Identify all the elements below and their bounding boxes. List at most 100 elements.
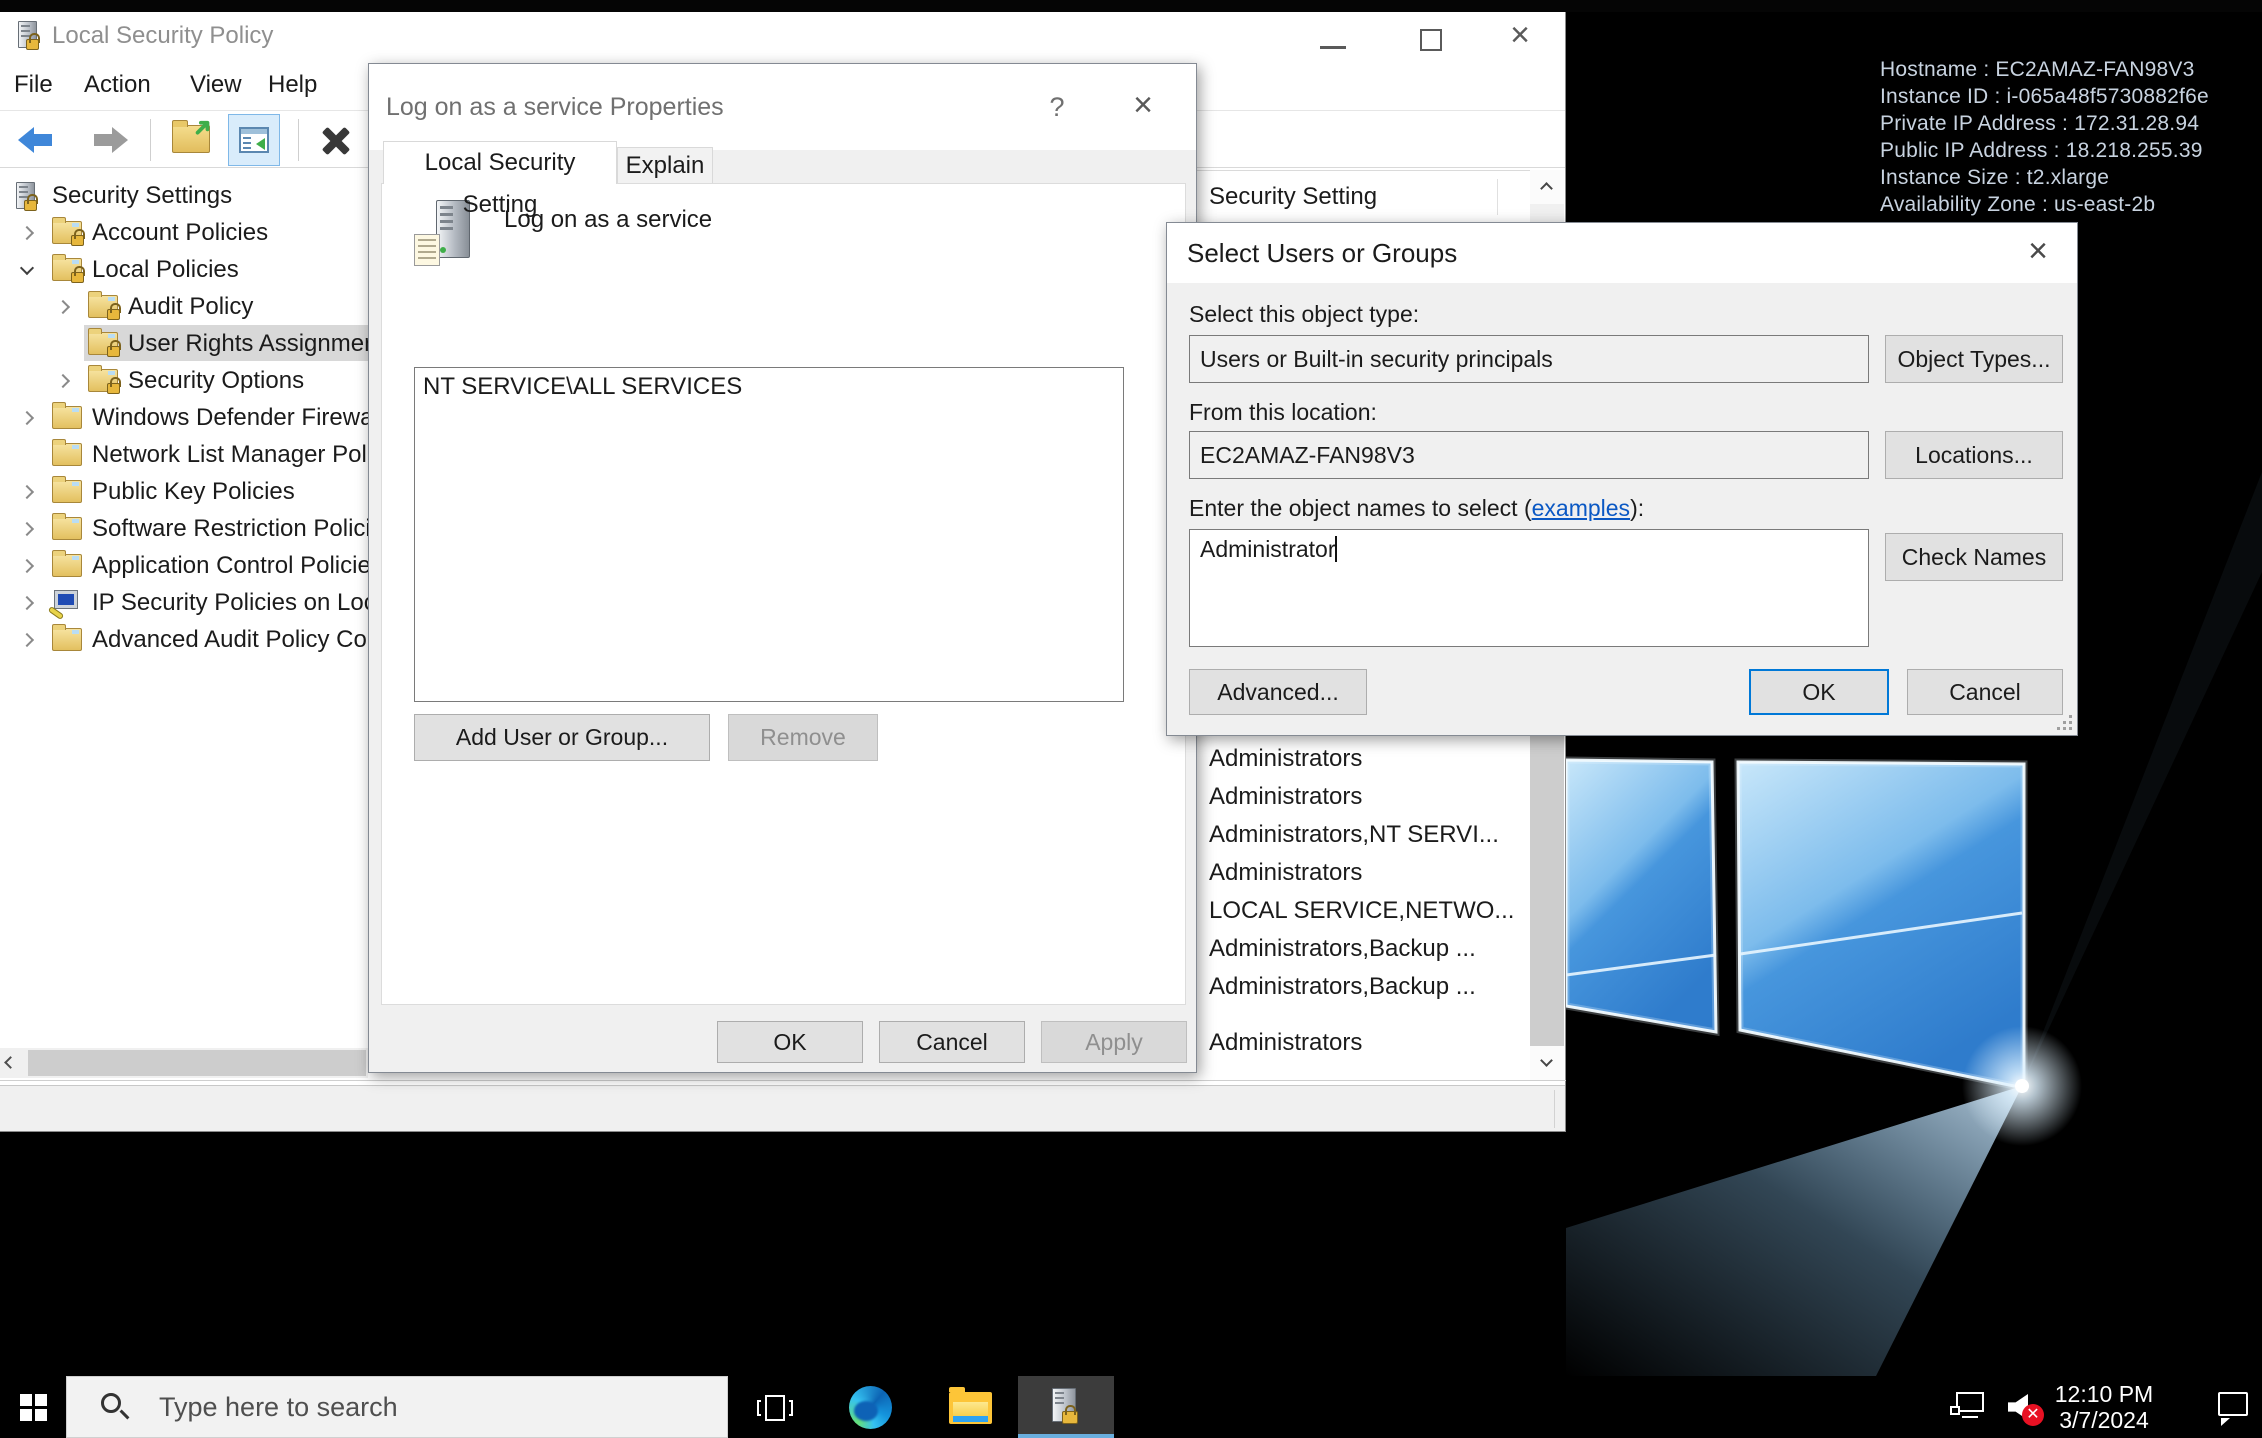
export-folder-icon[interactable]: ➜ — [172, 125, 210, 153]
close-button[interactable]: × — [1498, 12, 1542, 60]
object-type-label: Select this object type: — [1189, 301, 1419, 328]
sidebar-item-ip-security-policies[interactable]: IP Security Policies on Loca — [0, 585, 368, 621]
menu-action[interactable]: Action — [84, 60, 151, 110]
close-icon[interactable]: × — [2013, 223, 2063, 279]
folder-icon — [52, 480, 82, 503]
tab-local-security-setting[interactable]: Local Security Setting — [383, 141, 617, 184]
info-line: Instance Size : t2.xlarge — [1880, 164, 2209, 191]
chevron-right-icon[interactable] — [20, 226, 34, 240]
action-center-button[interactable] — [2208, 1376, 2258, 1438]
sidebar-item-security-options[interactable]: Security Options — [0, 363, 368, 399]
chevron-right-icon[interactable] — [56, 300, 70, 314]
folder-icon — [52, 517, 82, 540]
volume-muted-icon[interactable]: ✕ — [2000, 1376, 2046, 1438]
tree-horizontal-scrollbar[interactable] — [0, 1048, 368, 1078]
menu-view[interactable]: View — [190, 60, 242, 110]
chevron-right-icon[interactable] — [20, 596, 34, 610]
object-types-button[interactable]: Object Types... — [1885, 335, 2063, 383]
list-item[interactable]: Administrators,NT SERVI... — [1197, 816, 1527, 854]
dialog-title: Log on as a service Properties — [386, 64, 724, 150]
folder-lock-icon — [88, 332, 118, 355]
show-console-tree-toggle[interactable] — [228, 114, 280, 166]
check-names-button[interactable]: Check Names — [1885, 533, 2063, 581]
scrollbar-thumb[interactable] — [1530, 724, 1564, 1046]
sidebar-item-software-restriction[interactable]: Software Restriction Policie — [0, 511, 368, 547]
chevron-right-icon[interactable] — [20, 485, 34, 499]
ok-button[interactable]: OK — [717, 1021, 863, 1063]
examples-link[interactable]: examples — [1532, 495, 1630, 521]
chevron-down-icon[interactable] — [20, 261, 34, 275]
sidebar-item-windows-defender-firewall[interactable]: Windows Defender Firewal — [0, 400, 368, 436]
chevron-right-icon[interactable] — [20, 633, 34, 647]
tab-explain[interactable]: Explain — [617, 147, 713, 184]
list-item[interactable]: Administrators,Backup ... — [1197, 930, 1527, 968]
object-names-input[interactable]: Administrator — [1189, 529, 1869, 647]
locations-button[interactable]: Locations... — [1885, 431, 2063, 479]
sidebar-item-network-list-manager[interactable]: Network List Manager Poli — [0, 437, 368, 473]
app-icon — [18, 21, 37, 48]
advanced-button[interactable]: Advanced... — [1189, 669, 1367, 715]
info-line: Private IP Address : 172.31.28.94 — [1880, 110, 2209, 137]
resize-grip-icon[interactable] — [2056, 714, 2072, 730]
remove-button: Remove — [728, 714, 878, 761]
list-item[interactable]: Administrators — [1197, 778, 1527, 816]
delete-icon[interactable] — [318, 125, 354, 155]
cancel-button[interactable]: Cancel — [879, 1021, 1025, 1063]
ok-button[interactable]: OK — [1749, 669, 1889, 715]
sidebar-item-user-rights-assignment[interactable]: User Rights Assignmen — [0, 326, 368, 362]
screen-top-strip — [0, 0, 2262, 12]
sidebar-item-advanced-audit-policy[interactable]: Advanced Audit Policy Co — [0, 622, 368, 658]
info-line: Public IP Address : 18.218.255.39 — [1880, 137, 2209, 164]
sidebar-item-local-policies[interactable]: Local Policies — [0, 252, 368, 288]
sidebar-item-application-control[interactable]: Application Control Policie — [0, 548, 368, 584]
sidebar-item-public-key-policies[interactable]: Public Key Policies — [0, 474, 368, 510]
sidebar-item-audit-policy[interactable]: Audit Policy — [0, 289, 368, 325]
list-item[interactable]: Administrators — [1197, 1024, 1527, 1062]
start-button[interactable] — [0, 1376, 66, 1438]
list-item[interactable]: Administrators — [1197, 740, 1527, 778]
list-item[interactable]: LOCAL SERVICE,NETWO... — [1197, 892, 1527, 930]
sidebar-item-security-settings[interactable]: Security Settings — [0, 178, 368, 214]
column-header-security-setting[interactable]: Security Setting — [1197, 170, 1530, 224]
chevron-right-icon[interactable] — [20, 411, 34, 425]
local-security-policy-taskbar-button[interactable] — [1018, 1376, 1114, 1438]
add-user-or-group-button[interactable]: Add User or Group... — [414, 714, 710, 761]
dialog-title: Select Users or Groups — [1187, 223, 1457, 283]
sidebar-item-account-policies[interactable]: Account Policies — [0, 215, 368, 251]
cancel-button[interactable]: Cancel — [1907, 669, 2063, 715]
scrollbar-thumb[interactable] — [28, 1050, 366, 1076]
search-input[interactable] — [159, 1377, 699, 1437]
minimize-button[interactable] — [1320, 46, 1346, 49]
taskbar-clock[interactable]: 12:10 PM 3/7/2024 — [2052, 1381, 2156, 1433]
chevron-right-icon[interactable] — [20, 559, 34, 573]
forward-icon[interactable] — [90, 127, 128, 153]
menu-file[interactable]: File — [14, 60, 53, 110]
back-icon[interactable] — [18, 127, 56, 153]
file-explorer-button[interactable] — [940, 1376, 1000, 1438]
object-type-field[interactable]: Users or Built-in security principals — [1189, 335, 1869, 383]
list-item[interactable]: Administrators — [1197, 854, 1527, 892]
scroll-up-button[interactable] — [1530, 170, 1564, 204]
taskbar-search[interactable] — [66, 1376, 728, 1438]
chevron-right-icon[interactable] — [20, 522, 34, 536]
menu-help[interactable]: Help — [268, 60, 317, 110]
info-line: Hostname : EC2AMAZ-FAN98V3 — [1880, 56, 2209, 83]
help-icon[interactable]: ? — [1035, 64, 1079, 150]
task-view-icon — [765, 1395, 785, 1421]
location-field[interactable]: EC2AMAZ-FAN98V3 — [1189, 431, 1869, 479]
folder-icon — [52, 554, 82, 577]
list-item[interactable]: Administrators,Backup ... — [1197, 968, 1527, 1006]
maximize-button[interactable] — [1420, 29, 1442, 51]
members-listbox[interactable]: NT SERVICE\ALL SERVICES — [414, 367, 1124, 702]
scroll-left-icon[interactable] — [4, 1056, 17, 1069]
active-app-underline — [1018, 1434, 1114, 1438]
close-icon[interactable]: × — [1121, 64, 1165, 146]
network-tray-icon[interactable] — [1948, 1376, 1992, 1438]
edge-browser-button[interactable] — [840, 1376, 900, 1438]
member-item[interactable]: NT SERVICE\ALL SERVICES — [423, 370, 742, 404]
scroll-down-button[interactable] — [1530, 1046, 1564, 1080]
info-line: Availability Zone : us-east-2b — [1880, 191, 2209, 218]
chevron-right-icon[interactable] — [56, 374, 70, 388]
label-text: ): — [1630, 495, 1644, 521]
task-view-button[interactable] — [748, 1376, 804, 1438]
